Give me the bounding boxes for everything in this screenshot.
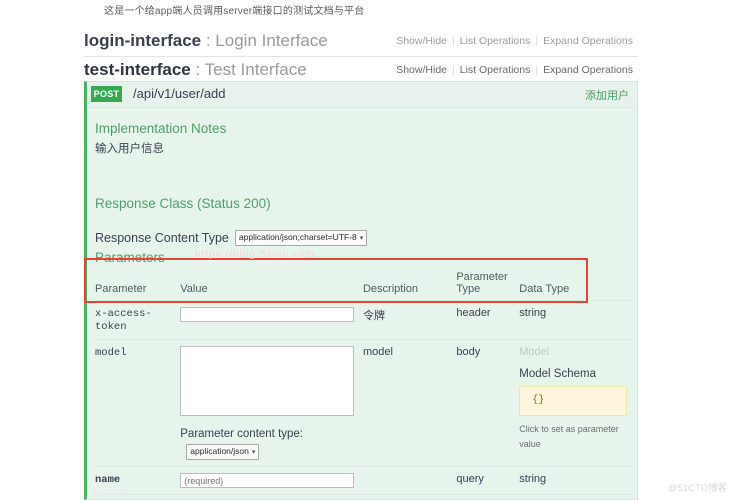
col-parameter: Parameter	[95, 271, 181, 301]
resource-options-test: Show/Hide | List Operations | Expand Operati…	[391, 64, 638, 76]
resource-name-test[interactable]: test-interface	[84, 60, 191, 79]
model-schema-box[interactable]: {}	[519, 386, 628, 416]
input-x-access-token[interactable]	[180, 307, 355, 322]
param-description-cell	[362, 466, 457, 495]
api-subtitle: 这是一个给app端人员调用server端接口的测试文档与平台	[104, 6, 365, 17]
resource-name-login[interactable]: login-interface	[84, 31, 201, 50]
response-class-heading: Response Class (Status 200)	[95, 196, 271, 211]
table-header-row: Parameter Value Description Parameter Ty…	[95, 271, 633, 301]
http-method-badge: POST	[91, 86, 122, 102]
param-type-cell: header	[456, 300, 520, 340]
param-datatype-cell: string	[519, 300, 633, 340]
parameters-table-head: Parameter Value Description Parameter Ty…	[95, 271, 633, 301]
response-content-type-label: Response Content Type	[95, 230, 229, 245]
param-name-model: model	[95, 347, 127, 359]
param-name-cell: model	[95, 339, 181, 467]
response-content-type-row: Response Content Type application/json;ch…	[95, 229, 368, 247]
table-row: model Parameter content type: applicatio…	[95, 339, 633, 467]
param-description-cell	[362, 494, 457, 500]
param-type-cell: query	[456, 466, 520, 495]
watermark-bottom: 51CTO	[92, 487, 131, 497]
param-datatype-cell: Model Model Schema {} Click to set as pa…	[519, 339, 633, 467]
resource-title-test: test-interface : Test Interface	[84, 60, 307, 80]
table-row: name query string	[95, 466, 633, 495]
list-operations-login[interactable]: List Operations	[455, 35, 536, 47]
parameter-content-type-label: Parameter content type:	[180, 428, 303, 440]
operation-panel-post-user-add: POST /api/v1/user/add 添加用户 Implementatio…	[84, 81, 638, 500]
input-name[interactable]	[180, 473, 355, 488]
watermark-corner: @51CTO博客	[667, 483, 727, 494]
parameters-table: Parameter Value Description Parameter Ty…	[95, 271, 633, 500]
param-type-cell: query	[456, 494, 520, 500]
expand-operations-test[interactable]: Expand Operations	[538, 64, 638, 76]
resource-colon-test: :	[190, 60, 205, 79]
list-operations-test[interactable]: List Operations	[455, 64, 536, 76]
resource-title-login: login-interface : Login Interface	[84, 31, 328, 51]
parameter-content-type-value: application/json	[190, 446, 249, 456]
param-description-cell: model	[362, 339, 457, 467]
resource-login-interface: login-interface : Login Interface Show/H…	[84, 28, 638, 57]
parameters-heading: Parameters	[95, 250, 165, 265]
implementation-notes-heading: Implementation Notes	[95, 121, 227, 136]
watermark-row: https://blog.51cto.com	[195, 249, 315, 260]
tab-model-schema[interactable]: Model Schema	[519, 368, 633, 380]
show-hide-login[interactable]: Show/Hide	[391, 35, 452, 47]
table-row: imei query string	[95, 494, 633, 500]
model-schema-hint: Click to set as parameter value	[519, 424, 619, 449]
col-data-type: Data Type	[519, 271, 633, 301]
tab-model[interactable]: Model	[519, 346, 549, 358]
operation-header[interactable]: POST /api/v1/user/add 添加用户	[87, 82, 637, 108]
show-hide-test[interactable]: Show/Hide	[391, 64, 452, 76]
expand-operations-login[interactable]: Expand Operations	[538, 35, 638, 47]
parameter-content-type-select[interactable]: application/json ▾	[186, 444, 260, 460]
param-value-cell	[180, 466, 363, 495]
implementation-notes-text: 输入用户信息	[95, 143, 164, 155]
param-type-cell: body	[456, 339, 520, 467]
textarea-model[interactable]	[180, 346, 355, 416]
chevron-down-icon: ▾	[359, 234, 364, 242]
param-value-cell	[180, 300, 363, 340]
operation-summary: 添加用户	[585, 90, 629, 102]
resource-colon-login: :	[201, 31, 216, 50]
param-datatype-cell: string	[519, 494, 633, 500]
param-name-x-access-token: x-access-token	[95, 308, 152, 333]
chevron-down-icon: ▾	[251, 449, 256, 456]
param-name-cell: x-access-token	[95, 300, 181, 340]
col-value: Value	[180, 271, 363, 301]
parameters-table-body: x-access-token 令牌 header string model Pa…	[95, 300, 633, 500]
swagger-ui-page: 这是一个给app端人员调用server端接口的测试文档与平台 login-int…	[0, 0, 733, 500]
operation-path: /api/v1/user/add	[133, 86, 226, 101]
col-parameter-type: Parameter Type	[456, 271, 520, 301]
resource-options-login: Show/Hide | List Operations | Expand Operati…	[391, 35, 638, 47]
response-content-type-select[interactable]: application/json;charset=UTF-8 ▾	[234, 229, 368, 246]
param-description-cell: 令牌	[362, 300, 457, 340]
table-row: x-access-token 令牌 header string	[95, 300, 633, 340]
col-description: Description	[362, 271, 457, 301]
resource-desc-login: Login Interface	[215, 31, 328, 50]
param-name-name: name	[95, 474, 121, 486]
param-value-cell	[180, 494, 363, 500]
resource-desc-test: Test Interface	[204, 60, 307, 79]
response-content-type-value: application/json;charset=UTF-8	[238, 231, 357, 242]
param-datatype-cell: string	[519, 466, 633, 495]
param-value-cell: Parameter content type: application/json…	[180, 339, 363, 467]
model-tabs: Model	[519, 346, 633, 358]
